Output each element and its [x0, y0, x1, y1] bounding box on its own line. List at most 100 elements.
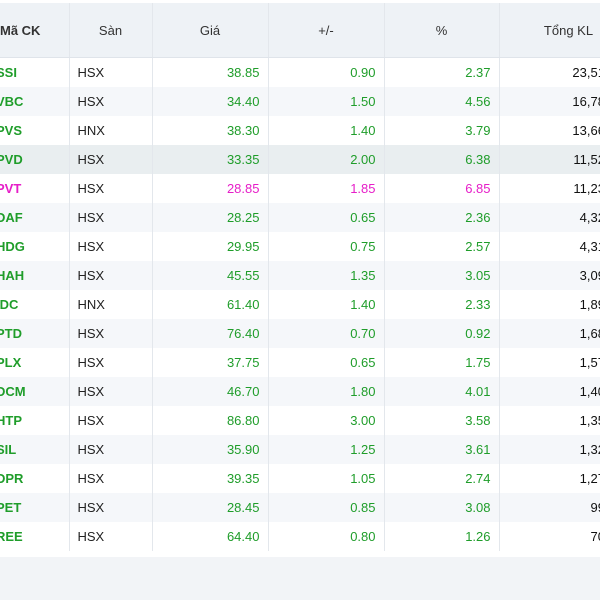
cell-percent: 6.85 — [384, 174, 500, 203]
cell-code[interactable]: PET — [0, 493, 70, 522]
cell-price: 34.40 — [152, 87, 269, 116]
cell-price: 28.25 — [152, 203, 269, 232]
table-row[interactable]: PLXHSX37.750.651.751,578,400 — [0, 348, 600, 377]
cell-exchange: HSX — [69, 203, 153, 232]
cell-exchange: HSX — [69, 145, 153, 174]
cell-percent: 3.79 — [384, 116, 500, 145]
cell-percent: 1.26 — [384, 522, 500, 551]
col-header-volume[interactable]: Tổng KL — [499, 3, 600, 58]
cell-volume: 1,685,200 — [499, 319, 600, 348]
cell-code[interactable]: HTP — [0, 406, 70, 435]
cell-code[interactable]: IDC — [0, 290, 70, 319]
cell-percent: 2.37 — [384, 57, 500, 87]
table-row[interactable]: DCMHSX46.701.804.011,404,100 — [0, 377, 600, 406]
table-row[interactable]: PTDHSX76.400.700.921,685,200 — [0, 319, 600, 348]
table-row[interactable]: SILHSX35.901.253.611,323,600 — [0, 435, 600, 464]
cell-code[interactable]: PVT — [0, 174, 70, 203]
table-row[interactable]: IDCHNX61.401.402.331,890,400 — [0, 290, 600, 319]
cell-volume: 3,090,400 — [499, 261, 600, 290]
cell-change: 3.00 — [268, 406, 385, 435]
cell-price: 38.30 — [152, 116, 269, 145]
col-header-exchange[interactable]: Sàn — [69, 3, 153, 58]
table-row[interactable]: PETHSX28.450.853.08995,800 — [0, 493, 600, 522]
cell-exchange: HSX — [69, 493, 153, 522]
cell-code[interactable]: PLX — [0, 348, 70, 377]
cell-code[interactable]: DCM — [0, 377, 70, 406]
table-row[interactable]: PVDHSX33.352.006.3811,524,600 — [0, 145, 600, 174]
cell-exchange: HSX — [69, 435, 153, 464]
cell-code[interactable]: DPR — [0, 464, 70, 493]
cell-percent: 4.01 — [384, 377, 500, 406]
cell-change: 1.40 — [268, 290, 385, 319]
cell-change: 1.50 — [268, 87, 385, 116]
cell-volume: 4,313,400 — [499, 232, 600, 261]
cell-price: 76.40 — [152, 319, 269, 348]
cell-code[interactable]: HAH — [0, 261, 70, 290]
cell-percent: 3.61 — [384, 435, 500, 464]
cell-exchange: HSX — [69, 232, 153, 261]
cell-change: 1.25 — [268, 435, 385, 464]
cell-code[interactable]: DAF — [0, 203, 70, 232]
cell-code[interactable]: SSI — [0, 57, 70, 87]
table-row[interactable]: PVSHNX38.301.403.7913,660,600 — [0, 116, 600, 145]
cell-code[interactable]: PVS — [0, 116, 70, 145]
cell-percent: 6.38 — [384, 145, 500, 174]
cell-volume: 1,404,100 — [499, 377, 600, 406]
cell-code[interactable]: PTD — [0, 319, 70, 348]
cell-volume: 1,323,600 — [499, 435, 600, 464]
cell-percent: 3.05 — [384, 261, 500, 290]
cell-price: 46.70 — [152, 377, 269, 406]
cell-price: 33.35 — [152, 145, 269, 174]
cell-volume: 1,890,400 — [499, 290, 600, 319]
cell-change: 0.75 — [268, 232, 385, 261]
table-row[interactable]: HAHHSX45.551.353.053,090,400 — [0, 261, 600, 290]
table-row[interactable]: DAFHSX28.250.652.364,325,500 — [0, 203, 600, 232]
cell-percent: 3.58 — [384, 406, 500, 435]
cell-exchange: HSX — [69, 87, 153, 116]
cell-exchange: HSX — [69, 261, 153, 290]
cell-code[interactable]: SIL — [0, 435, 70, 464]
col-header-price[interactable]: Giá — [152, 3, 269, 58]
cell-volume: 23,514,100 — [499, 57, 600, 87]
cell-code[interactable]: VBC — [0, 87, 70, 116]
col-header-change[interactable]: +/- — [268, 3, 385, 58]
cell-exchange: HSX — [69, 377, 153, 406]
cell-exchange: HSX — [69, 406, 153, 435]
cell-price: 45.55 — [152, 261, 269, 290]
cell-change: 0.90 — [268, 57, 385, 87]
cell-change: 1.85 — [268, 174, 385, 203]
cell-price: 61.40 — [152, 290, 269, 319]
cell-percent: 1.75 — [384, 348, 500, 377]
table-footer-area — [0, 557, 600, 600]
cell-price: 28.45 — [152, 493, 269, 522]
cell-change: 0.80 — [268, 522, 385, 551]
table-row[interactable]: SSIHSX38.850.902.3723,514,100 — [0, 57, 600, 87]
col-header-code[interactable]: Mã CK — [0, 3, 70, 58]
cell-volume: 13,660,600 — [499, 116, 600, 145]
table-row[interactable]: HDGHSX29.950.752.574,313,400 — [0, 232, 600, 261]
cell-percent: 3.08 — [384, 493, 500, 522]
cell-change: 0.70 — [268, 319, 385, 348]
cell-percent: 2.74 — [384, 464, 500, 493]
cell-change: 0.65 — [268, 203, 385, 232]
cell-code[interactable]: HDG — [0, 232, 70, 261]
col-header-percent[interactable]: % — [384, 3, 500, 58]
table-row[interactable]: PVTHSX28.851.856.8511,236,600 — [0, 174, 600, 203]
table-row[interactable]: DPRHSX39.351.052.741,272,000 — [0, 464, 600, 493]
cell-price: 86.80 — [152, 406, 269, 435]
cell-code[interactable]: REE — [0, 522, 70, 551]
table-row[interactable]: REEHSX64.400.801.26704,100 — [0, 522, 600, 551]
cell-percent: 2.33 — [384, 290, 500, 319]
cell-exchange: HNX — [69, 116, 153, 145]
cell-volume: 1,272,000 — [499, 464, 600, 493]
table-row[interactable]: VBCHSX34.401.504.5616,789,700 — [0, 87, 600, 116]
cell-price: 28.85 — [152, 174, 269, 203]
cell-percent: 2.57 — [384, 232, 500, 261]
cell-code[interactable]: PVD — [0, 145, 70, 174]
table-header-row: Mã CK Sàn Giá +/- % Tổng KL — [0, 3, 600, 58]
table-row[interactable]: HTPHSX86.803.003.581,353,100 — [0, 406, 600, 435]
cell-change: 1.40 — [268, 116, 385, 145]
cell-volume: 1,578,400 — [499, 348, 600, 377]
cell-exchange: HSX — [69, 522, 153, 551]
cell-exchange: HSX — [69, 57, 153, 87]
